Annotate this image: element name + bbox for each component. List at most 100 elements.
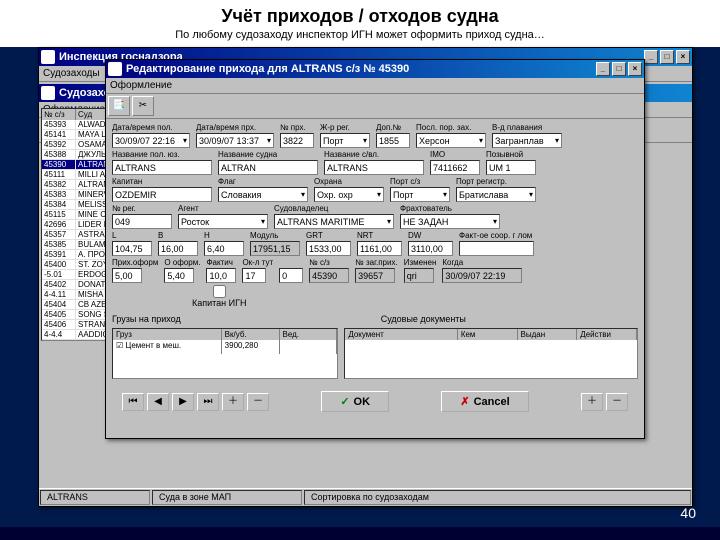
label: DW (408, 231, 453, 240)
label: NRT (357, 231, 402, 240)
label: Порт регистр. (456, 177, 536, 186)
nav-first[interactable]: ⏮ (122, 393, 144, 411)
dim-B[interactable] (158, 241, 198, 256)
extra-num[interactable] (376, 133, 410, 148)
menu-item[interactable]: Оформление (110, 80, 172, 91)
label: Модуль (250, 231, 300, 240)
slide-title: Учёт приходов / отходов судна (0, 0, 720, 29)
pass-field[interactable] (279, 268, 303, 283)
ign-checkbox[interactable] (192, 285, 247, 298)
label: Флаг (218, 177, 308, 186)
nav-add[interactable]: ＋ (222, 393, 244, 411)
title-text: Редактирование прихода для ALTRANS с/з №… (126, 63, 409, 75)
journal-reg[interactable]: Порт (320, 133, 370, 148)
statusbar: ALTRANS Суда в зоне МАП Сортировка по су… (39, 488, 692, 506)
label: Порт с/з (390, 177, 450, 186)
label: Капитан (112, 177, 212, 186)
ship-name[interactable] (218, 160, 318, 175)
label: Судовладелец (274, 204, 394, 213)
maximize-btn[interactable]: □ (660, 50, 674, 64)
agent-field[interactable]: Росток (178, 214, 268, 229)
grt-field[interactable] (306, 241, 351, 256)
arrival-num[interactable] (280, 133, 314, 148)
name-received[interactable] (112, 160, 212, 175)
nav-add2[interactable]: ＋ (581, 393, 603, 411)
dim-L[interactable] (112, 241, 152, 256)
imo-field[interactable] (430, 160, 480, 175)
label: № с/з (309, 258, 349, 267)
label: Ок-л тут (242, 258, 273, 267)
docs-title: Судовые документы (381, 314, 466, 324)
docs-grid[interactable]: Документ Кем Выдан Действи (344, 328, 638, 379)
dw-field[interactable] (408, 241, 453, 256)
date-arrival[interactable]: 30/09/07 13:37 (196, 133, 274, 148)
shipowner-field[interactable]: ALTRANS MARITIME (274, 214, 394, 229)
ok-button[interactable]: OK (321, 391, 389, 412)
titlebar-edit[interactable]: Редактирование прихода для ALTRANS с/з №… (106, 60, 644, 78)
cancel-button[interactable]: Cancel (441, 391, 528, 412)
port-sz[interactable]: Порт (390, 187, 450, 202)
label: IMO (430, 150, 480, 159)
nav-del2[interactable]: － (606, 393, 628, 411)
label: Название с/вл. (324, 150, 424, 159)
status-zone: Суда в зоне МАП (152, 490, 302, 505)
owner-name[interactable] (324, 160, 424, 175)
label: Ж-р рег. (320, 123, 370, 132)
tool-btn[interactable]: ✂ (132, 96, 154, 116)
label: Дата/время прх. (196, 123, 274, 132)
label: Капитан ИГН (192, 298, 247, 308)
minimize-btn[interactable]: _ (644, 50, 658, 64)
draft-fact[interactable] (206, 268, 236, 283)
changed-when (442, 268, 522, 283)
col: Вед. (280, 329, 338, 340)
col: Груз (113, 329, 222, 340)
captain-field[interactable] (112, 187, 212, 202)
nav-prev[interactable]: ◀ (147, 393, 169, 411)
close-btn[interactable]: × (628, 62, 642, 76)
label: Изменен (404, 258, 437, 267)
callsign-field[interactable] (486, 160, 536, 175)
label: GRT (306, 231, 351, 240)
menu-item[interactable]: Судозаходы (43, 68, 100, 79)
tool-btn[interactable]: 📑 (108, 96, 130, 116)
col: Выдан (518, 329, 578, 340)
toolbar-edit: 📑 ✂ (106, 94, 644, 119)
module-field (250, 241, 300, 256)
cargo-title: Грузы на приход (112, 314, 181, 324)
voyage-type[interactable]: Загранплав (492, 133, 562, 148)
col: Действи (577, 329, 637, 340)
dim-H[interactable] (204, 241, 244, 256)
label: Когда (442, 258, 522, 267)
col: Документ (345, 329, 457, 340)
nav-del[interactable]: － (247, 393, 269, 411)
form-body: Дата/время пол.30/09/07 22:16 Дата/время… (106, 119, 644, 422)
cargo-grid[interactable]: Груз Вк/уб. Вед. ☑ Цемент в меш. 3900,28… (112, 328, 338, 379)
reg-num[interactable] (112, 214, 172, 229)
date-receive[interactable]: 30/09/07 22:16 (112, 133, 190, 148)
close-btn[interactable]: × (676, 50, 690, 64)
draft-form[interactable] (164, 268, 194, 283)
draft-arr[interactable] (112, 268, 142, 283)
desktop: Инспекция госнадзора _ □ × Судозаходы Пр… (0, 47, 720, 527)
nav-next[interactable]: ▶ (172, 393, 194, 411)
fact-field[interactable] (459, 241, 534, 256)
cargo-row[interactable]: ☑ Цемент в меш. 3900,280 (113, 340, 337, 354)
maximize-btn[interactable]: □ (612, 62, 626, 76)
window-edit-arrival: Редактирование прихода для ALTRANS с/з №… (105, 59, 645, 439)
label: Название пол. юз. (112, 150, 212, 159)
guard-field[interactable]: Охр. охр (314, 187, 384, 202)
col: Кем (458, 329, 518, 340)
label: L (112, 231, 152, 240)
status-sort: Сортировка по судозаходам (304, 490, 691, 505)
nrt-field[interactable] (357, 241, 402, 256)
minimize-btn[interactable]: _ (596, 62, 610, 76)
col: Вк/уб. (222, 329, 280, 340)
last-port[interactable]: Херсон (416, 133, 486, 148)
charterer-field[interactable]: НЕ ЗАДАН (400, 214, 500, 229)
menubar-edit[interactable]: Оформление (106, 78, 644, 94)
crew-field[interactable] (242, 268, 266, 283)
flag-field[interactable]: Словакия (218, 187, 308, 202)
app-icon (41, 50, 55, 64)
nav-last[interactable]: ⏭ (197, 393, 219, 411)
reg-port[interactable]: Братислава (456, 187, 536, 202)
